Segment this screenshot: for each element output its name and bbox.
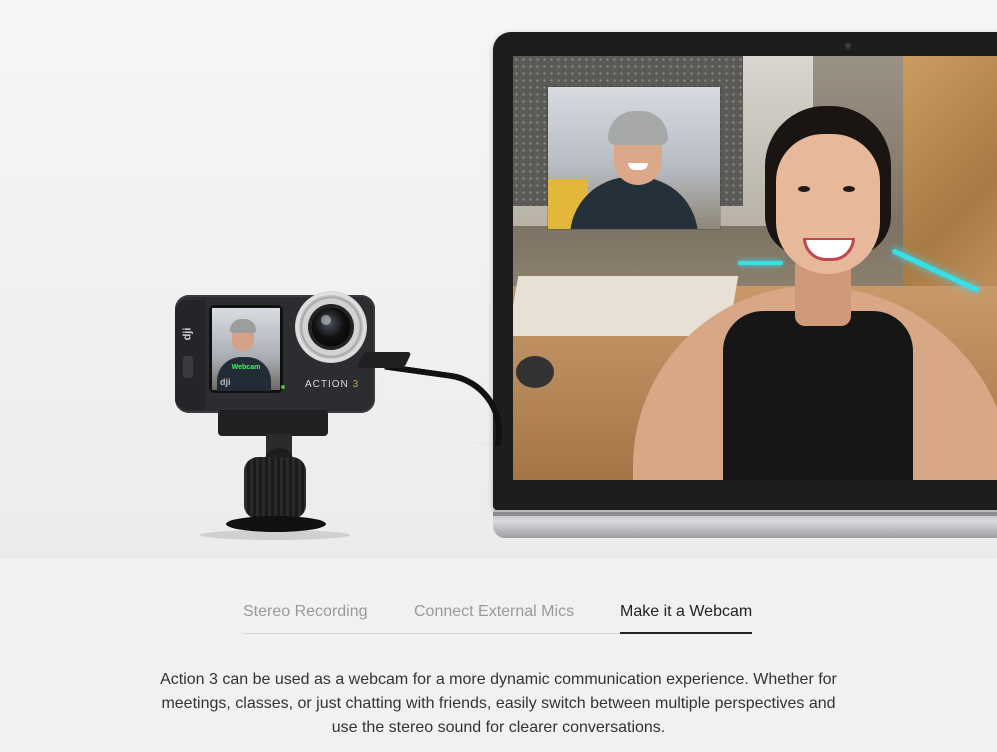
scene-speaker <box>516 356 554 388</box>
mount-shadow <box>200 530 350 540</box>
usb-cable <box>376 363 510 447</box>
camera-cage-clip <box>356 352 412 368</box>
active-tab-indicator <box>620 632 752 634</box>
tab-make-it-a-webcam[interactable]: Make it a Webcam <box>620 603 752 621</box>
camera-side-panel <box>175 300 205 410</box>
laptop-hinge <box>493 512 997 516</box>
mount-knob <box>244 457 306 519</box>
camera-side-logo: dji <box>181 327 194 341</box>
camera-cage-bottom <box>218 410 328 436</box>
feature-description: Action 3 can be used as a webcam for a m… <box>160 671 837 736</box>
camera-lens <box>311 307 351 347</box>
woman-eye <box>843 186 855 192</box>
camera-button <box>183 356 193 378</box>
hero-divider <box>0 557 997 558</box>
video-call-inset <box>548 87 720 229</box>
tab-stereo-recording[interactable]: Stereo Recording <box>243 603 368 621</box>
camera-brand-number: 3 <box>352 379 360 390</box>
lens-glint <box>321 315 331 325</box>
scene-neon-light <box>738 261 783 265</box>
camera-status-led <box>281 385 285 389</box>
hero-image: dji Webcam dji ACTION 3 <box>0 0 997 557</box>
woman-top <box>723 311 913 480</box>
camera-screen-label: Webcam <box>231 364 261 371</box>
camera-brand-word: ACTION <box>305 379 349 390</box>
preview-beanie <box>230 319 256 333</box>
woman-eye <box>798 186 810 192</box>
tab-connect-external-mics[interactable]: Connect External Mics <box>414 603 574 621</box>
camera-brand-text: ACTION 3 <box>305 379 359 390</box>
man-beanie <box>608 111 668 145</box>
camera-front-logo: dji <box>220 377 231 387</box>
laptop-camera-dot <box>845 43 851 49</box>
